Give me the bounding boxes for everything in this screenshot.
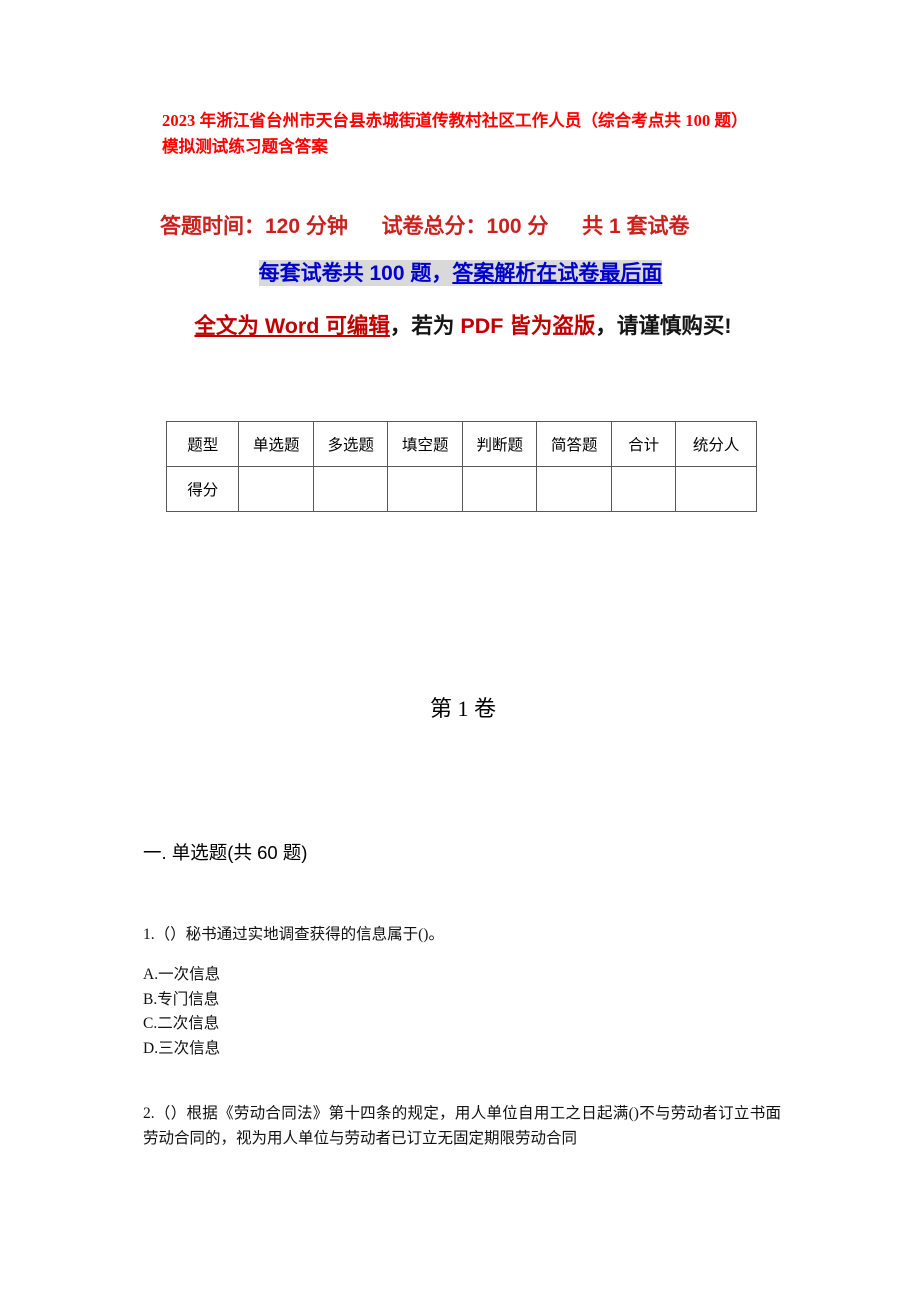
- score-cell-5[interactable]: [610, 466, 677, 512]
- table-header-cell-1: 单选题: [238, 421, 314, 467]
- score-cell-4[interactable]: [536, 466, 612, 512]
- question-item: 1.（）秘书通过实地调查获得的信息属于()。 A.一次信息 B.专门信息 C.二…: [143, 922, 781, 1061]
- warning-connector-1: ，若为: [389, 314, 461, 338]
- question-list: 1.（）秘书通过实地调查获得的信息属于()。 A.一次信息 B.专门信息 C.二…: [143, 922, 781, 1167]
- score-table: 题型 单选题 多选题 填空题 判断题 简答题 合计 统分人 得分: [165, 421, 757, 512]
- table-header-cell-6: 合计: [610, 421, 677, 467]
- score-cell-3[interactable]: [461, 466, 538, 512]
- table-header-cell-0: 题型: [165, 421, 240, 467]
- question-option[interactable]: C.二次信息: [143, 1012, 781, 1037]
- question-stem: 1.（）秘书通过实地调查获得的信息属于()。: [143, 926, 444, 943]
- table-header-row: 题型 单选题 多选题 填空题 判断题 简答题 合计 统分人: [165, 421, 757, 467]
- answer-location-highlight: 每套试卷共 100 题，答案解析在试卷最后面: [258, 260, 663, 286]
- answer-location-link[interactable]: 答案解析在试卷最后面: [452, 262, 662, 285]
- document-title: 2023 年浙江省台州市天台县赤城街道传教村社区工作人员（综合考点共 100 题…: [162, 108, 762, 160]
- table-header-cell-4: 判断题: [461, 421, 538, 467]
- question-spacer: [143, 1077, 781, 1101]
- score-cell-2[interactable]: [387, 466, 463, 512]
- table-header-cell-7: 统分人: [675, 421, 757, 467]
- document-page: 2023 年浙江省台州市天台县赤城街道传教村社区工作人员（综合考点共 100 题…: [0, 0, 920, 1302]
- warning-pdf-pirated: PDF 皆为盗版: [460, 314, 596, 338]
- answer-location-plain: 每套试卷共 100 题，: [258, 262, 453, 285]
- copyright-warning-line: 全文为 Word 可编辑，若为 PDF 皆为盗版，请谨慎购买!: [143, 306, 783, 347]
- exam-paper-count-label: 共 1 套试卷: [582, 215, 690, 238]
- volume-heading: 第 1 卷: [429, 696, 496, 721]
- question-option[interactable]: B.专门信息: [143, 988, 781, 1013]
- table-header-cell-2: 多选题: [312, 421, 389, 467]
- question-options: A.一次信息 B.专门信息 C.二次信息 D.三次信息: [143, 963, 781, 1061]
- exam-info-line: 答题时间：120 分钟 试卷总分：100 分 共 1 套试卷: [160, 212, 780, 242]
- question-option[interactable]: A.一次信息: [143, 963, 781, 988]
- score-cell-0[interactable]: [238, 466, 314, 512]
- question-stem: 2.（）根据《劳动合同法》第十四条的规定，用人单位自用工之日起满()不与劳动者订…: [143, 1105, 781, 1147]
- table-header-cell-5: 简答题: [536, 421, 612, 467]
- exam-total-score-label: 试卷总分：100 分: [381, 215, 549, 238]
- table-row: 得分: [165, 466, 757, 512]
- score-cell-1[interactable]: [312, 466, 389, 512]
- exam-duration-label: 答题时间：120 分钟: [160, 215, 348, 238]
- question-item: 2.（）根据《劳动合同法》第十四条的规定，用人单位自用工之日起满()不与劳动者订…: [143, 1101, 781, 1151]
- warning-connector-2: ，请谨慎购买!: [595, 314, 732, 338]
- section-heading-single-choice: 一. 单选题(共 60 题): [143, 842, 308, 863]
- document-title-line-1: 2023 年浙江省台州市天台县赤城街道传教村社区工作人员（综合考点共 100: [162, 111, 711, 130]
- table-header-cell-3: 填空题: [387, 421, 463, 467]
- warning-word-editable: 全文为 Word 可编辑: [194, 314, 390, 338]
- score-row-label: 得分: [165, 466, 240, 512]
- question-option[interactable]: D.三次信息: [143, 1037, 781, 1062]
- answer-location-notice: 每套试卷共 100 题，答案解析在试卷最后面: [143, 258, 778, 290]
- score-cell-6[interactable]: [675, 466, 757, 512]
